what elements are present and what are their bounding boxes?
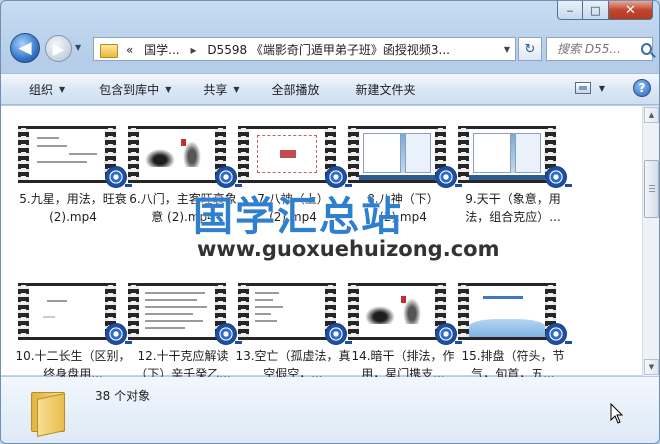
video-thumbnail	[458, 126, 556, 183]
search-box[interactable]	[546, 37, 653, 61]
video-thumbnail	[128, 126, 226, 183]
navigation-bar: ◀ ▶ ▼ « 国学... ▸ D5598 《端影奇门遁甲弟子班》函授视频3..…	[1, 31, 659, 67]
share-menu[interactable]: 共享 ▼	[203, 74, 239, 104]
search-icon[interactable]	[641, 43, 652, 55]
folder-icon	[100, 42, 118, 58]
play-all-button[interactable]: 全部播放	[272, 74, 320, 104]
chevron-down-icon: ▼	[59, 84, 66, 94]
back-arrow-icon[interactable]: ◀	[10, 33, 40, 63]
search-input[interactable]	[557, 42, 639, 56]
file-name: 5.九星，用法，旺衰 (2).mp4	[19, 192, 127, 224]
close-button[interactable]: ✕	[609, 1, 653, 20]
scroll-up-button[interactable]: ▲	[644, 107, 659, 123]
command-bar-right: ▼ ?	[574, 79, 651, 97]
maximize-button[interactable]: □	[583, 1, 609, 20]
scroll-down-button[interactable]: ▼	[644, 359, 659, 375]
explorer-window: ‒ □ ✕ ◀ ▶ ▼ « 国学... ▸ D5598 《端影奇门遁甲弟子班》函…	[0, 0, 660, 444]
organize-menu[interactable]: 组织 ▼	[29, 74, 65, 104]
breadcrumb[interactable]: « 国学... ▸ D5598 《端影奇门遁甲弟子班》函授视频3...	[126, 41, 450, 58]
video-thumbnail	[18, 283, 116, 340]
scroll-thumb[interactable]	[644, 160, 659, 218]
file-name: 9.天干（象意，用法，组合克应）...	[465, 192, 561, 224]
video-reel-icon	[435, 166, 462, 188]
big-folder-icon	[31, 384, 69, 437]
address-dropdown[interactable]: ▼	[499, 45, 515, 54]
vertical-scrollbar[interactable]: ▲ ▼	[642, 106, 659, 376]
breadcrumb-separator[interactable]: ▸	[190, 43, 196, 57]
forward-arrow-icon[interactable]: ▶	[45, 35, 72, 62]
include-in-library-menu[interactable]: 包含到库中 ▼	[99, 74, 171, 104]
watermark-url: www.guoxuehuizong.com	[197, 237, 500, 261]
video-thumbnail	[18, 126, 116, 183]
chevron-down-icon: ▼	[165, 84, 172, 94]
video-reel-icon	[105, 323, 132, 345]
video-thumbnail	[458, 283, 556, 340]
video-thumbnail	[238, 283, 336, 340]
share-label: 共享	[203, 82, 228, 97]
video-reel-icon	[105, 166, 132, 188]
chevron-down-icon: ▼	[233, 84, 240, 94]
organize-label: 组织	[29, 82, 54, 97]
video-thumbnail	[348, 126, 446, 183]
video-thumbnail	[128, 283, 226, 340]
video-reel-icon	[325, 323, 352, 345]
help-icon[interactable]: ?	[633, 79, 651, 97]
address-bar[interactable]: « 国学... ▸ D5598 《端影奇门遁甲弟子班》函授视频3... ▼	[93, 37, 516, 61]
chevron-down-icon[interactable]: ▼	[599, 84, 605, 93]
video-reel-icon	[435, 323, 462, 345]
breadcrumb-item[interactable]: 国学...	[144, 43, 179, 57]
caption-buttons: ‒ □ ✕	[557, 1, 653, 21]
video-reel-icon	[215, 323, 242, 345]
video-thumbnail	[348, 283, 446, 340]
new-folder-button[interactable]: 新建文件夹	[356, 74, 416, 104]
recent-pages-dropdown[interactable]: ▼	[75, 43, 85, 53]
details-pane: 38 个对象	[1, 377, 659, 443]
video-reel-icon	[545, 323, 572, 345]
video-thumbnail	[238, 126, 336, 183]
item-count: 38 个对象	[95, 389, 151, 403]
video-reel-icon	[545, 166, 572, 188]
breadcrumb-item-current[interactable]: D5598 《端影奇门遁甲弟子班》函授视频3...	[207, 43, 450, 57]
include-label: 包含到库中	[99, 82, 160, 97]
command-bar: 组织 ▼ 包含到库中 ▼ 共享 ▼ 全部播放 新建文件夹 ▼ ?	[1, 73, 659, 105]
view-icon[interactable]	[574, 82, 591, 94]
refresh-icon[interactable]: ↻	[518, 37, 542, 61]
minimize-button[interactable]: ‒	[557, 1, 583, 20]
watermark-title: 国学汇总站	[193, 194, 403, 240]
breadcrumb-overflow[interactable]: «	[126, 43, 133, 57]
